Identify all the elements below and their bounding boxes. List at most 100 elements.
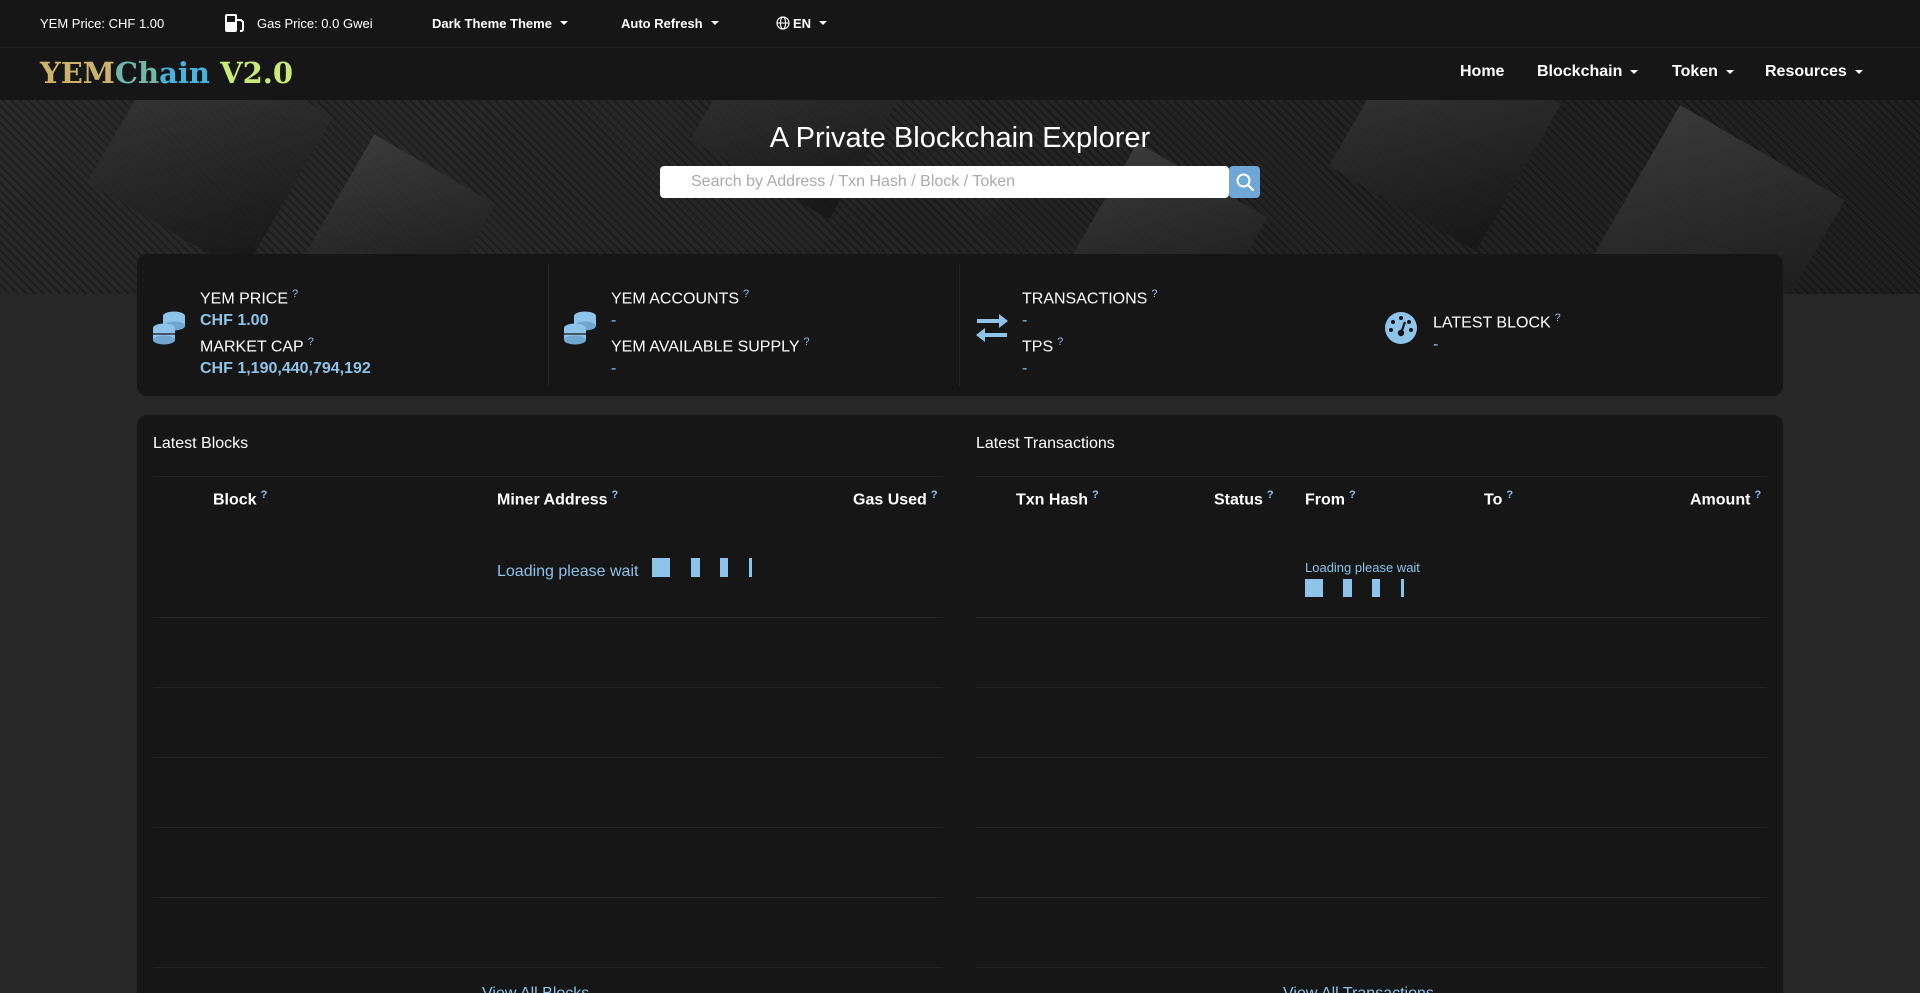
nav-blockchain[interactable]: Blockchain: [1537, 63, 1639, 81]
chevron-down-icon: [1854, 69, 1863, 74]
tps-label-text: TPS: [1022, 338, 1054, 356]
table-row: [976, 827, 1767, 828]
help-icon[interactable]: ?: [1151, 288, 1157, 300]
latest-blocks-title: Latest Blocks: [153, 435, 249, 452]
column-header-text: Amount: [1690, 491, 1751, 509]
tps-value: -: [1022, 360, 1028, 377]
column-header-amount: Amount?: [1690, 489, 1761, 509]
yem-price-info: YEM Price: CHF 1.00: [40, 15, 165, 31]
coins-icon: [152, 310, 186, 351]
gas-price-info: Gas Price: 0.0 Gwei: [224, 0, 373, 46]
stat-latest-block: LATEST BLOCK? -: [1370, 254, 1783, 396]
exchange-arrows-icon: [975, 312, 1009, 349]
table-row: [976, 617, 1767, 618]
column-header-text: Status: [1214, 491, 1263, 509]
help-icon[interactable]: ?: [1555, 312, 1561, 324]
transactions-loading-text: Loading please wait: [1305, 560, 1420, 575]
table-row: [976, 757, 1767, 758]
column-header-to: To?: [1484, 489, 1513, 509]
table-row: [976, 897, 1767, 898]
help-icon[interactable]: ?: [1754, 489, 1761, 501]
help-icon[interactable]: ?: [931, 489, 938, 501]
help-icon[interactable]: ?: [1057, 336, 1063, 348]
latest-block-value: -: [1433, 336, 1439, 353]
nav-token[interactable]: Token: [1672, 63, 1734, 81]
nav-home[interactable]: Home: [1460, 63, 1504, 81]
transactions-label-text: TRANSACTIONS: [1022, 290, 1148, 308]
column-header-from: From?: [1305, 489, 1356, 509]
help-icon[interactable]: ?: [1092, 489, 1099, 501]
background-decoration: [690, 100, 910, 220]
column-header-text: Txn Hash: [1016, 491, 1089, 509]
price-value: CHF 1.00: [200, 312, 269, 329]
help-icon[interactable]: ?: [1506, 489, 1513, 501]
nav-blockchain-label: Blockchain: [1537, 63, 1623, 80]
auto-refresh-label: Auto Refresh: [621, 15, 703, 31]
top-bar: YEM Price: CHF 1.00 Gas Price: 0.0 Gwei …: [0, 0, 1920, 48]
globe-icon: [776, 16, 790, 30]
transactions-label: TRANSACTIONS?: [1022, 288, 1157, 308]
nav-resources-label: Resources: [1765, 63, 1847, 80]
table-row: [153, 757, 943, 758]
logo-text-part: V2.0: [210, 56, 294, 90]
column-header-text: Gas Used: [853, 491, 927, 509]
help-icon[interactable]: ?: [1267, 489, 1274, 501]
column-header-status: Status?: [1214, 489, 1274, 509]
nav-resources[interactable]: Resources: [1765, 63, 1863, 81]
table-row: [976, 967, 1767, 968]
logo-text-part: Ch: [114, 56, 160, 90]
theme-dropdown[interactable]: Dark Theme Theme: [432, 0, 568, 46]
supply-label: YEM AVAILABLE SUPPLY?: [611, 336, 810, 356]
theme-label: Dark Theme Theme: [432, 15, 552, 31]
table-row: [153, 617, 943, 618]
stat-accounts: YEM ACCOUNTS? - YEM AVAILABLE SUPPLY? -: [548, 254, 959, 396]
latest-transactions-title: Latest Transactions: [976, 435, 1115, 452]
column-header-text: To: [1484, 491, 1503, 509]
help-icon[interactable]: ?: [612, 489, 619, 501]
supply-value: -: [611, 360, 617, 377]
chevron-down-icon: [559, 21, 568, 25]
accounts-label-text: YEM ACCOUNTS: [611, 290, 740, 308]
view-all-transactions-link[interactable]: View All Transactions: [1283, 985, 1434, 993]
table-row: [153, 897, 943, 898]
help-icon[interactable]: ?: [743, 288, 749, 300]
table-row: [153, 687, 943, 688]
auto-refresh-dropdown[interactable]: Auto Refresh: [621, 0, 719, 46]
search-box: [660, 166, 1229, 198]
chevron-down-icon: [710, 21, 719, 25]
gas-price-text: Gas Price: 0.0 Gwei: [257, 15, 373, 31]
gas-pump-icon: [224, 13, 246, 33]
accounts-label: YEM ACCOUNTS?: [611, 288, 749, 308]
help-icon[interactable]: ?: [308, 336, 314, 348]
main-navbar: YEMChain V2.0 Home Blockchain Token Reso…: [0, 48, 1920, 100]
language-label: EN: [793, 15, 812, 31]
table-row: [153, 967, 943, 968]
supply-label-text: YEM AVAILABLE SUPPLY: [611, 338, 800, 356]
accounts-value: -: [611, 312, 617, 329]
latest-activity-card: Latest Blocks Block? Miner Address? Gas …: [137, 415, 1783, 993]
logo-text-part: YEM: [40, 56, 115, 90]
latest-block-label-text: LATEST BLOCK: [1433, 314, 1551, 332]
stats-card: YEM PRICE? CHF 1.00 MARKET CAP? CHF 1,19…: [137, 254, 1783, 396]
language-dropdown[interactable]: EN: [776, 0, 828, 46]
help-icon[interactable]: ?: [292, 288, 298, 300]
chevron-down-icon: [1725, 69, 1734, 74]
column-header-text: Block: [213, 491, 257, 509]
chevron-down-icon: [819, 21, 828, 25]
help-icon[interactable]: ?: [261, 489, 268, 501]
column-header-text: From: [1305, 491, 1345, 509]
price-label: YEM PRICE?: [200, 288, 298, 308]
help-icon[interactable]: ?: [1349, 489, 1356, 501]
table-row: [976, 687, 1767, 688]
search-button[interactable]: [1229, 166, 1260, 198]
search-input[interactable]: [660, 166, 1229, 198]
marketcap-label: MARKET CAP?: [200, 336, 314, 356]
divider: [976, 476, 1767, 477]
column-header-gas-used: Gas Used?: [853, 489, 938, 509]
view-all-blocks-link[interactable]: View All Blocks: [482, 985, 589, 993]
column-header-text: Miner Address: [497, 491, 608, 509]
search-icon: [1235, 172, 1255, 192]
site-logo[interactable]: YEMChain V2.0: [40, 56, 293, 90]
help-icon[interactable]: ?: [804, 336, 810, 348]
table-row: [153, 827, 943, 828]
